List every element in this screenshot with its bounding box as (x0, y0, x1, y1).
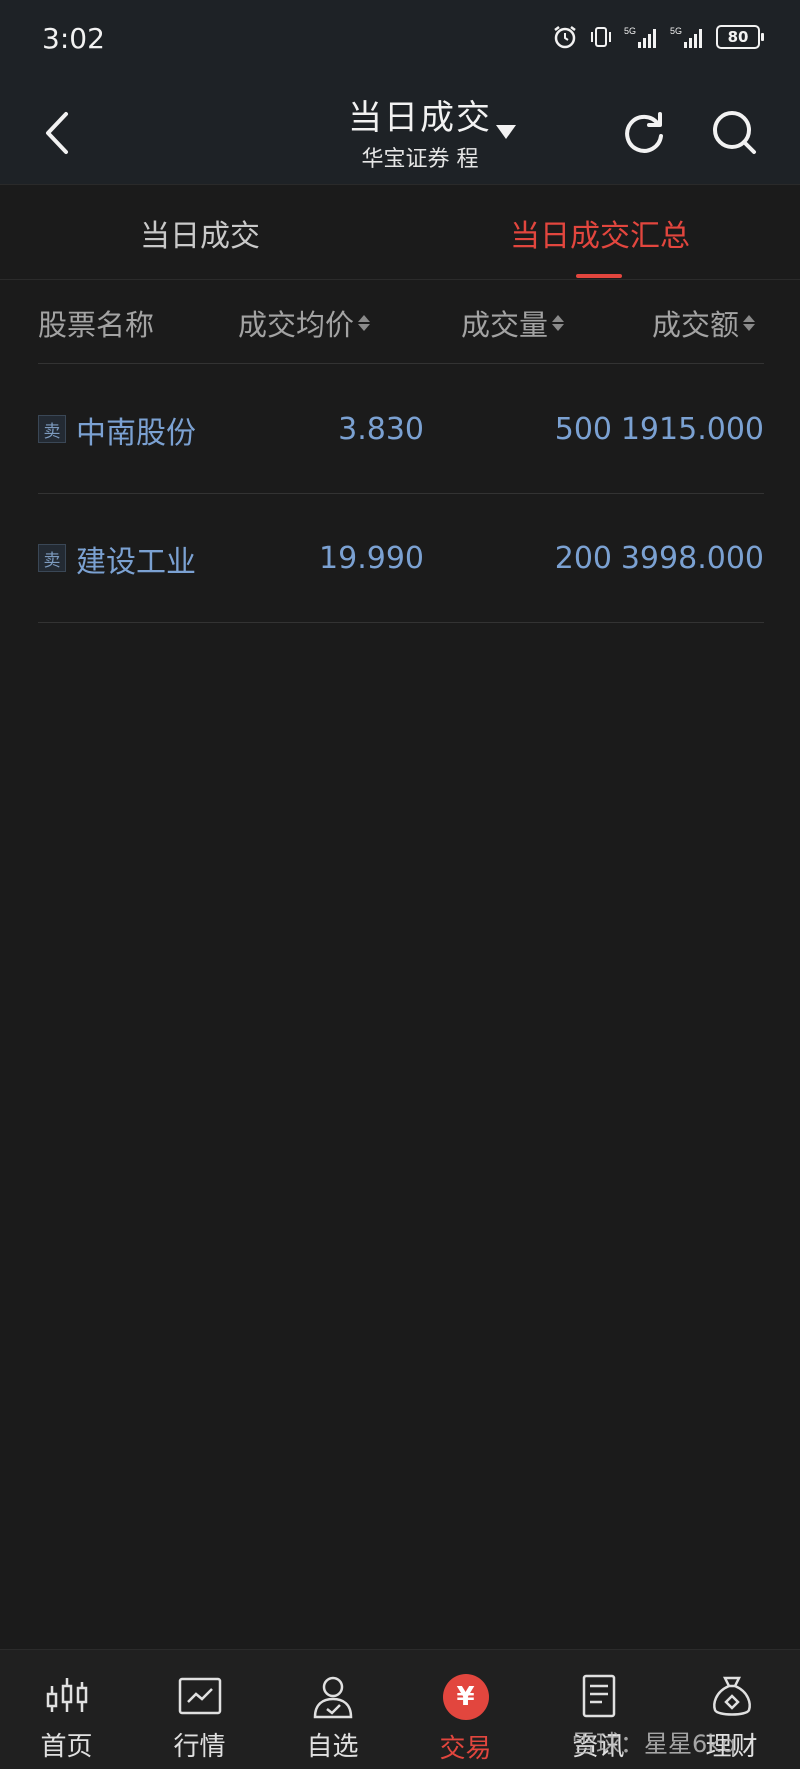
table-row[interactable]: 卖 中南股份 3.830 500 1915.000 (38, 365, 764, 494)
svg-text:5G: 5G (624, 26, 636, 36)
nav-item-watchlist[interactable]: 自选 (266, 1650, 399, 1769)
back-arrow-icon[interactable] (38, 108, 78, 158)
stock-name: 中南股份 (76, 415, 196, 451)
caret-down-icon[interactable] (494, 122, 518, 142)
amount-value: 3998.000 (620, 541, 764, 576)
refresh-icon[interactable] (620, 108, 668, 156)
sell-badge: 卖 (38, 544, 66, 572)
yuan-icon: ¥ (442, 1674, 489, 1720)
table-row[interactable]: 卖 建设工业 19.990 200 3998.000 (38, 494, 764, 623)
status-bar: 3:02 5G 5G 80 (0, 0, 800, 80)
status-icons: 5G 5G 80 (552, 24, 764, 50)
status-time: 3:02 (42, 22, 105, 55)
column-header-stock-name: 股票名称 (38, 308, 155, 342)
nav-item-home[interactable]: 首页 (0, 1650, 133, 1769)
stock-name: 建设工业 (76, 544, 196, 580)
column-header-amount[interactable]: 成交额 (652, 282, 756, 364)
nav-item-market[interactable]: 行情 (133, 1650, 266, 1769)
search-icon[interactable] (710, 108, 758, 156)
signal-5g-icon: 5G (670, 26, 702, 48)
battery-indicator: 80 (716, 25, 764, 49)
nav-label: 交易 (439, 1734, 492, 1764)
column-header-label: 成交均价 (238, 308, 355, 342)
nav-label: 首页 (40, 1732, 93, 1762)
document-icon (582, 1674, 615, 1718)
watermark: 雪球：星星6kq (572, 1730, 737, 1758)
nav-item-trade[interactable]: ¥ 交易 (399, 1650, 532, 1769)
column-header-volume[interactable]: 成交量 (461, 282, 565, 364)
sell-badge: 卖 (38, 415, 66, 443)
volume-value: 500 (554, 412, 612, 447)
app-header: 当日成交 华宝证券 程 (0, 80, 800, 185)
alarm-icon (554, 26, 576, 49)
signal-5g-icon: 5G (624, 26, 656, 48)
candlestick-icon (46, 1678, 87, 1712)
money-bag-icon (712, 1676, 751, 1716)
user-check-icon (313, 1676, 352, 1719)
table-header: 股票名称 成交均价 成交量 成交额 (38, 282, 764, 364)
column-header-label: 成交量 (461, 308, 549, 342)
sort-icon (552, 314, 565, 332)
account-subtitle: 华宝证券 程 (361, 147, 479, 172)
nav-label: 行情 (173, 1732, 226, 1762)
volume-value: 200 (554, 541, 612, 576)
tab-daily-trades-summary[interactable]: 当日成交汇总 (400, 186, 800, 280)
nav-label: 自选 (306, 1732, 359, 1762)
sort-icon (743, 314, 756, 332)
avg-price-value: 19.990 (319, 541, 424, 576)
chart-icon (178, 1677, 221, 1715)
active-tab-indicator (576, 274, 622, 278)
column-header-label: 成交额 (652, 308, 740, 342)
tab-daily-trades[interactable]: 当日成交 (0, 186, 400, 280)
sort-icon (358, 314, 371, 332)
vibrate-icon (591, 27, 611, 47)
avg-price-value: 3.830 (338, 412, 424, 447)
column-header-avg-price[interactable]: 成交均价 (238, 282, 371, 364)
svg-text:5G: 5G (670, 26, 682, 36)
tab-bar: 当日成交 当日成交汇总 (0, 186, 800, 280)
amount-value: 1915.000 (620, 412, 764, 447)
